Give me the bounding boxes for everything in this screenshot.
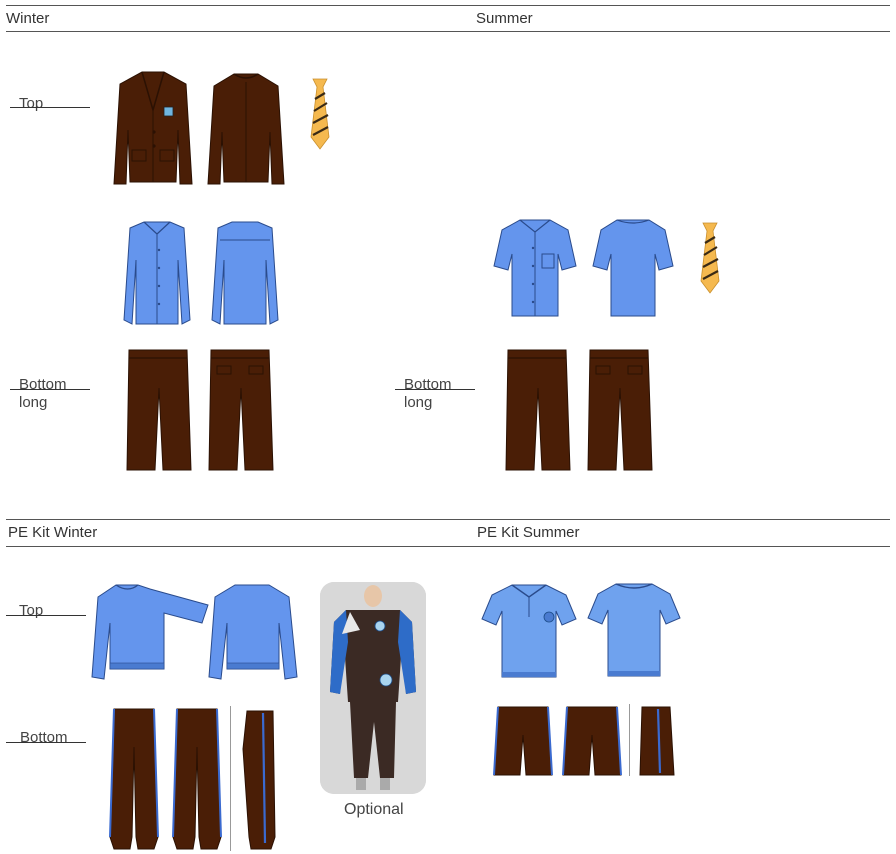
pe-polo-front-image [481, 584, 577, 678]
winter-trousers-back-image [208, 349, 274, 471]
pe-winter-divider [230, 706, 231, 851]
label-long-winter: long [19, 394, 48, 411]
pe-joggers-back-image [172, 708, 222, 850]
pe-joggers-front-image [109, 708, 159, 850]
winter-trousers-front-image [126, 349, 192, 471]
blazer-back-image [207, 73, 285, 185]
pe-shorts-back-image [562, 706, 622, 776]
pe-header-bottom-rule [6, 546, 890, 547]
tie-summer-image [700, 222, 720, 294]
label-pe-top-underline [6, 615, 86, 616]
section-title-pe-winter: PE Kit Winter [8, 524, 98, 541]
label-bottom-summer: Bottom [404, 376, 452, 393]
optional-tracksuit-photo [320, 582, 426, 794]
label-long-summer: long [404, 394, 433, 411]
section-title-pe-summer: PE Kit Summer [477, 524, 580, 541]
pe-shorts-side-image [639, 706, 675, 776]
label-pe-top: Top [19, 602, 44, 619]
label-bottom-summer-underline [395, 389, 475, 390]
summer-shirt-back-image [592, 219, 674, 317]
pe-sweatshirt-back-image [208, 584, 298, 680]
winter-shirt-front-image [123, 221, 191, 325]
summer-shirt-front-image [493, 219, 577, 317]
header-top-rule [6, 5, 890, 6]
blazer-front-image [113, 71, 193, 185]
winter-shirt-back-image [211, 221, 279, 325]
optional-caption: Optional [344, 801, 404, 818]
section-title-winter: Winter [6, 10, 50, 27]
pe-joggers-side-image [242, 710, 276, 850]
label-pe-bottom-underline [6, 742, 86, 743]
summer-trousers-back-image [587, 349, 653, 471]
tracksuit-figure-image [320, 582, 426, 794]
label-bottom-winter: Bottom [19, 376, 67, 393]
tie-winter-image [310, 78, 330, 150]
pe-sweatshirt-front-image [91, 584, 209, 680]
section-title-summer: Summer [476, 10, 533, 27]
summer-trousers-front-image [505, 349, 571, 471]
label-bottom-winter-underline [10, 389, 90, 390]
pe-summer-divider [629, 704, 630, 776]
label-pe-bottom: Bottom [20, 729, 68, 746]
pe-polo-back-image [587, 583, 681, 677]
header-bottom-rule [6, 31, 890, 32]
label-top: Top [19, 95, 44, 112]
pe-shorts-front-image [493, 706, 553, 776]
label-top-underline [10, 107, 90, 108]
pe-header-top-rule [6, 519, 890, 520]
